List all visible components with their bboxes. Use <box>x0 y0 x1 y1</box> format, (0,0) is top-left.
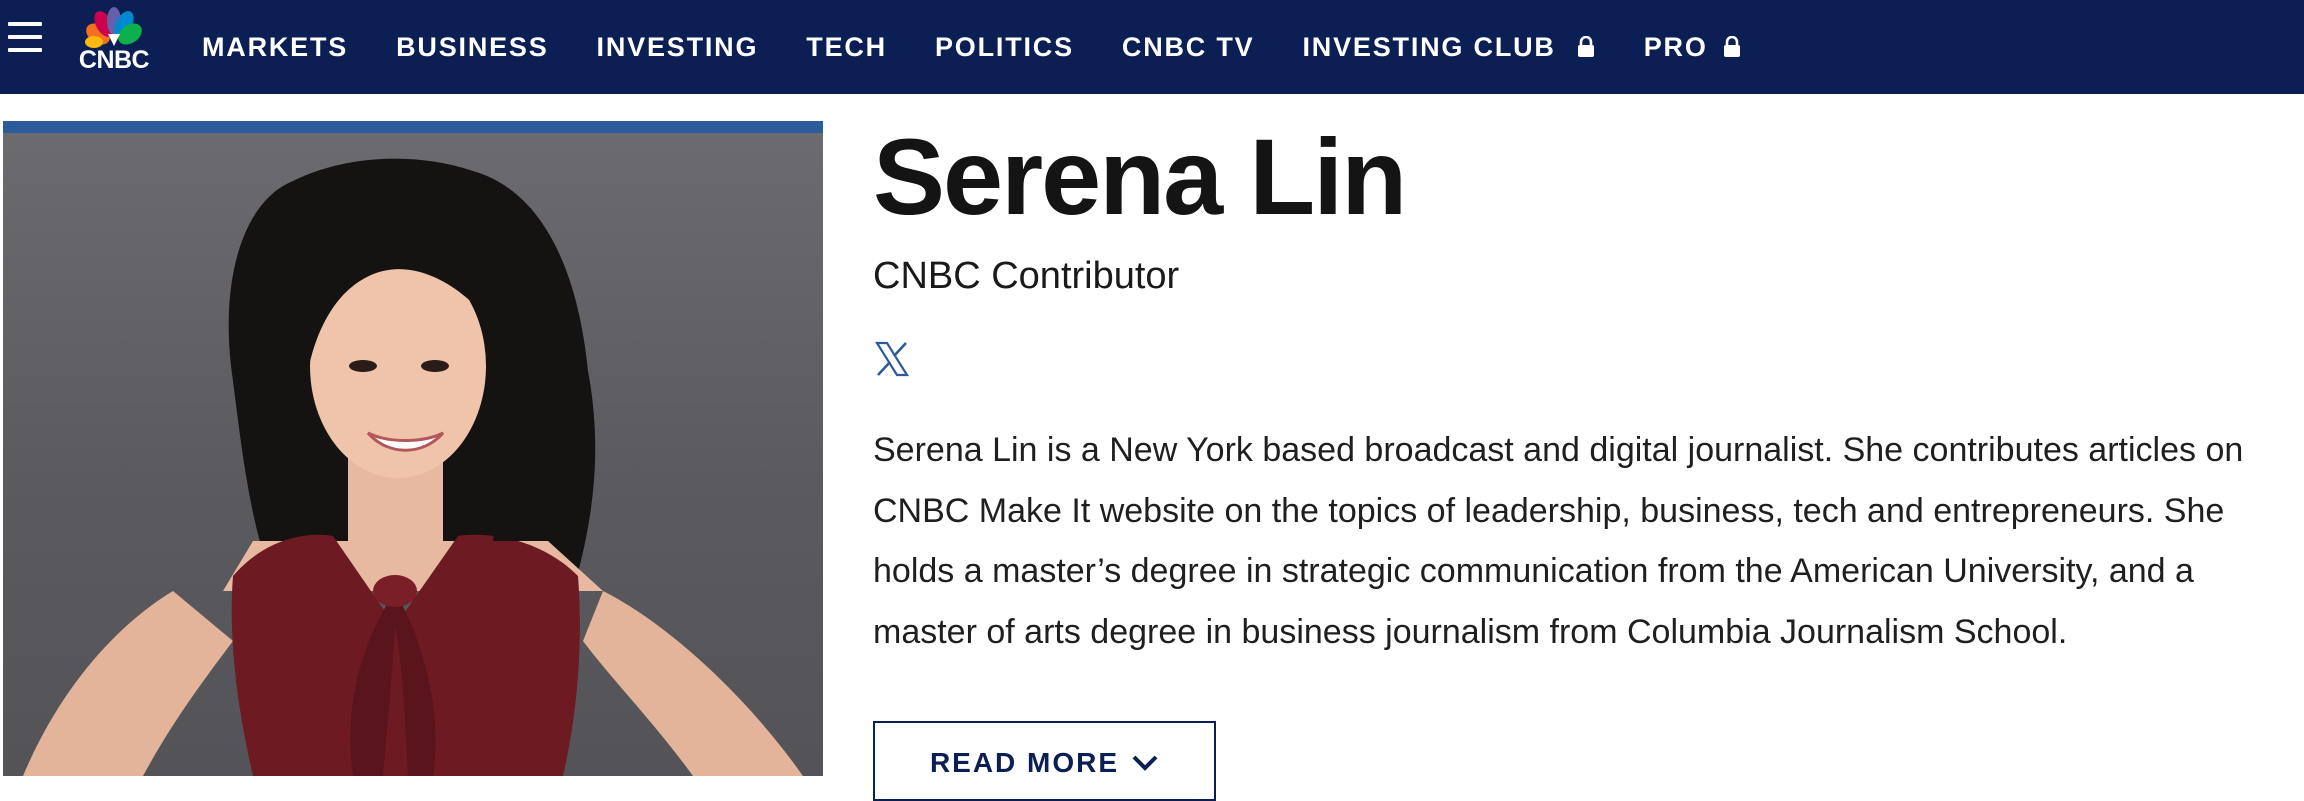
lock-icon <box>1577 36 1594 57</box>
nav-item-label: PRO <box>1643 31 1708 62</box>
top-navigation-bar: CNBC MARKETS BUSINESS INVESTING TECH POL… <box>0 0 2304 94</box>
nav-item-investing[interactable]: INVESTING <box>597 32 759 63</box>
nav-item-label: POLITICS <box>934 31 1074 62</box>
nav-item-pro[interactable]: PRO <box>1644 32 1742 63</box>
nav-item-label: BUSINESS <box>396 31 549 62</box>
nav-item-label: MARKETS <box>202 31 349 62</box>
read-more-button[interactable]: READ MORE <box>873 721 1216 801</box>
author-name: Serena Lin <box>873 116 1407 237</box>
author-bio: Serena Lin is a New York based broadcast… <box>873 431 2244 651</box>
primary-nav: MARKETS BUSINESS INVESTING TECH POLITICS… <box>202 0 1790 94</box>
nav-item-label: CNBC TV <box>1121 31 1255 62</box>
nav-item-cnbc-tv[interactable]: CNBC TV <box>1122 32 1255 63</box>
nav-item-label: INVESTING <box>596 31 759 62</box>
nav-item-politics[interactable]: POLITICS <box>935 32 1074 63</box>
lock-icon <box>1723 36 1740 57</box>
x-twitter-icon[interactable] <box>873 340 911 378</box>
read-more-label: READ MORE <box>929 747 1120 778</box>
logo-wordmark[interactable]: CNBC <box>72 46 156 75</box>
nav-item-markets[interactable]: MARKETS <box>202 32 348 63</box>
hamburger-menu-icon[interactable] <box>8 22 42 52</box>
nav-item-label: TECH <box>806 31 887 62</box>
author-title: CNBC Contributor <box>873 255 1180 297</box>
author-portrait-image <box>23 158 803 776</box>
nav-item-tech[interactable]: TECH <box>806 32 887 63</box>
nav-item-business[interactable]: BUSINESS <box>396 32 548 63</box>
chevron-down-icon <box>1132 755 1158 771</box>
nav-item-investing-club[interactable]: INVESTING CLUB <box>1303 32 1596 63</box>
nav-item-label: INVESTING CLUB <box>1302 31 1556 62</box>
author-photo <box>3 121 823 776</box>
